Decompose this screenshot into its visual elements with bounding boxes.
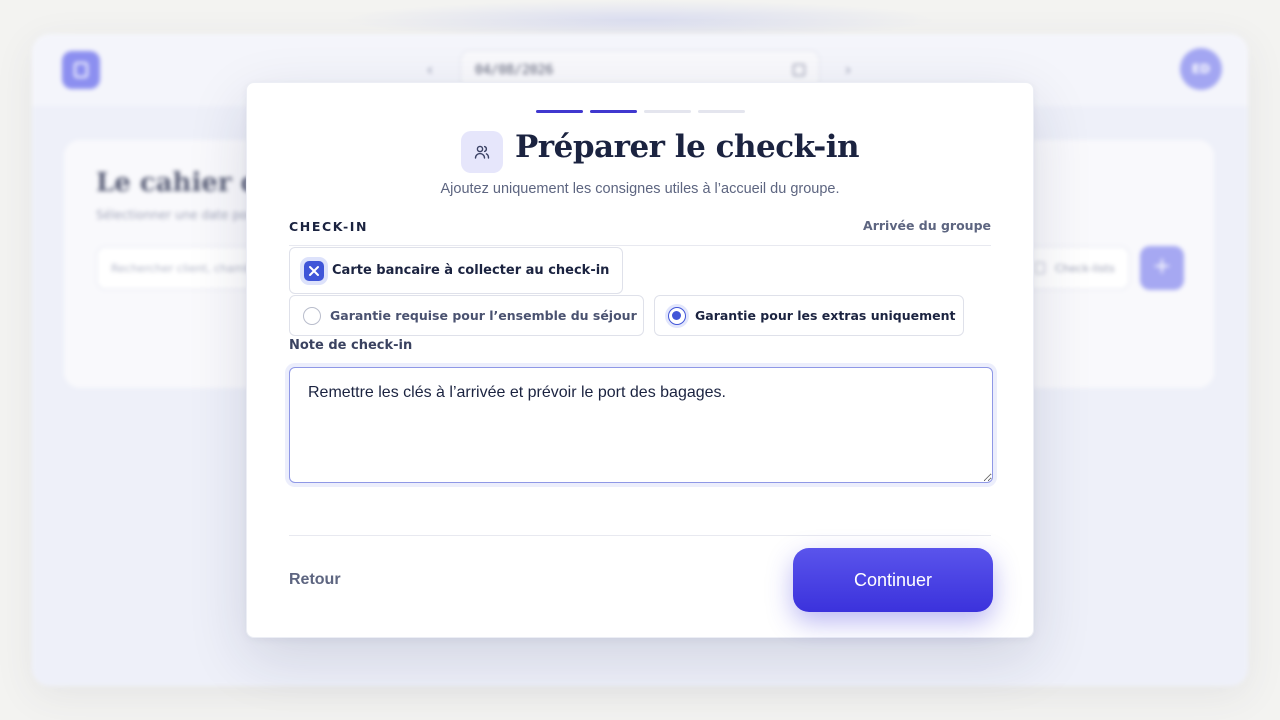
guarantee-extras-option[interactable]: Garantie pour les extras uniquement bbox=[654, 295, 964, 336]
checklist-icon bbox=[1035, 262, 1045, 274]
radio-label: Garantie pour les extras uniquement bbox=[695, 308, 956, 323]
step-1 bbox=[536, 110, 583, 113]
step-4 bbox=[698, 110, 745, 113]
step-3 bbox=[644, 110, 691, 113]
modal-subtitle: Ajoutez uniquement les consignes utiles … bbox=[440, 181, 840, 197]
user-avatar[interactable]: ED bbox=[1180, 48, 1222, 90]
add-button[interactable]: + bbox=[1140, 246, 1184, 290]
chip-label: Carte bancaire à collecter au check-in bbox=[332, 263, 610, 278]
section-divider bbox=[289, 245, 991, 246]
next-date-button[interactable]: › bbox=[834, 56, 862, 84]
continue-button[interactable]: Continuer bbox=[793, 548, 993, 612]
radio-button[interactable] bbox=[303, 307, 321, 325]
note-label: Note de check-in bbox=[289, 338, 413, 353]
users-icon bbox=[461, 131, 503, 173]
logo-icon bbox=[74, 62, 88, 78]
previous-date-button[interactable]: ‹ bbox=[416, 56, 444, 84]
section-context: Arrivée du groupe bbox=[863, 218, 991, 233]
guarantee-full-stay-option[interactable]: Garantie requise pour l’ensemble du séjo… bbox=[289, 295, 644, 336]
footer-divider bbox=[289, 535, 991, 536]
section-label: CHECK-IN bbox=[289, 219, 369, 234]
step-2 bbox=[590, 110, 637, 113]
checklist-button[interactable]: Check-lists bbox=[1024, 246, 1130, 290]
close-icon[interactable] bbox=[304, 261, 324, 281]
app-logo[interactable] bbox=[62, 51, 100, 89]
radio-button-checked[interactable] bbox=[668, 307, 686, 325]
step-progress bbox=[536, 110, 756, 114]
checkin-modal: Préparer le check-in Ajoutez uniquement … bbox=[246, 82, 1034, 638]
checkin-note-textarea[interactable]: Remettre les clés à l’arrivée et prévoir… bbox=[289, 367, 993, 483]
checklist-label: Check-lists bbox=[1055, 262, 1115, 275]
calendar-icon[interactable] bbox=[793, 64, 805, 76]
card-collection-chip[interactable]: Carte bancaire à collecter au check-in bbox=[289, 247, 623, 294]
modal-title: Préparer le check-in bbox=[515, 129, 860, 165]
date-value: 04/08/2026 bbox=[475, 63, 554, 78]
back-button[interactable]: Retour bbox=[289, 571, 341, 589]
radio-label: Garantie requise pour l’ensemble du séjo… bbox=[330, 308, 637, 323]
